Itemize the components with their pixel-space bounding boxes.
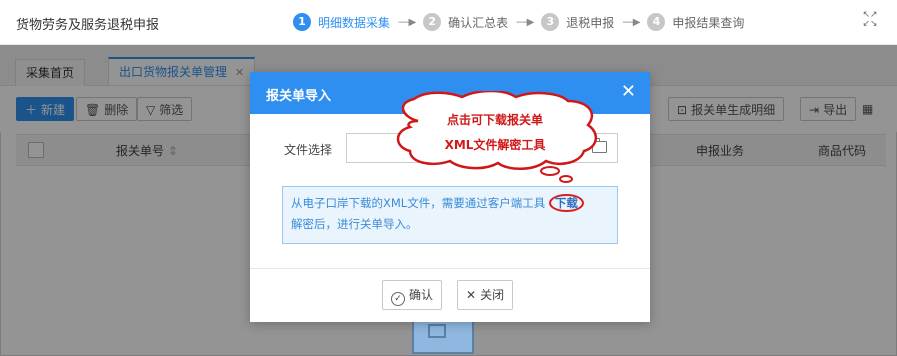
empty-box-window (428, 324, 446, 338)
step-arrow-icon: ----▶ (398, 16, 416, 28)
close-icon[interactable]: ✕ (621, 81, 636, 102)
step-arrow-icon: ----▶ (516, 16, 534, 28)
step-label: 明细数据采集 (318, 15, 391, 30)
step-3[interactable]: 3 退税申报 (541, 13, 614, 31)
step-arrow-icon: ----▶ (622, 16, 640, 28)
annotation-callout: 点击可下载报关单 XML文件解密工具 (388, 91, 602, 184)
step-1[interactable]: 1 明细数据采集 (293, 13, 390, 31)
check-circle-icon: ✓ (391, 292, 405, 306)
file-select-label: 文件选择 (284, 143, 333, 157)
dialog-title: 报关单导入 (266, 89, 332, 104)
step-label: 确认汇总表 (448, 15, 509, 30)
callout-text: XML文件解密工具 (444, 138, 546, 152)
step-number: 4 (647, 13, 666, 31)
step-number: 2 (423, 13, 442, 31)
step-number: 3 (541, 13, 560, 31)
info-text: 解密后，进行关单导入。 (291, 217, 418, 231)
step-number: 1 (293, 13, 311, 31)
close-button[interactable]: ✕ 关闭 (457, 280, 514, 310)
confirm-button[interactable]: ✓ 确认 (382, 280, 443, 310)
dialog-footer: ✓ 确认 ✕ 关闭 (250, 268, 650, 323)
top-header: 货物劳务及服务退税申报 1 明细数据采集 ----▶ 2 确认汇总表 ----▶… (0, 0, 897, 45)
info-notice: 从电子口岸下载的XML文件，需要通过客户端工具 下载 解密后，进行关单导入。 (282, 186, 618, 244)
app-title: 货物劳务及服务退税申报 (16, 18, 160, 33)
wizard-steps: 1 明细数据采集 ----▶ 2 确认汇总表 ----▶ 3 退税申报 ----… (293, 12, 744, 32)
close-icon: ✕ (466, 288, 477, 302)
info-text: 从电子口岸下载的XML文件，需要通过客户端工具 (291, 196, 546, 210)
download-link[interactable]: 下载 (548, 194, 584, 212)
step-2[interactable]: 2 确认汇总表 (423, 13, 508, 31)
callout-text: 点击可下载报关单 (446, 113, 543, 127)
step-label: 申报结果查询 (672, 15, 745, 30)
fullscreen-icon[interactable]: ↖↗ ↙↘ (862, 11, 878, 31)
step-4[interactable]: 4 申报结果查询 (647, 13, 744, 31)
step-label: 退税申报 (566, 15, 615, 30)
